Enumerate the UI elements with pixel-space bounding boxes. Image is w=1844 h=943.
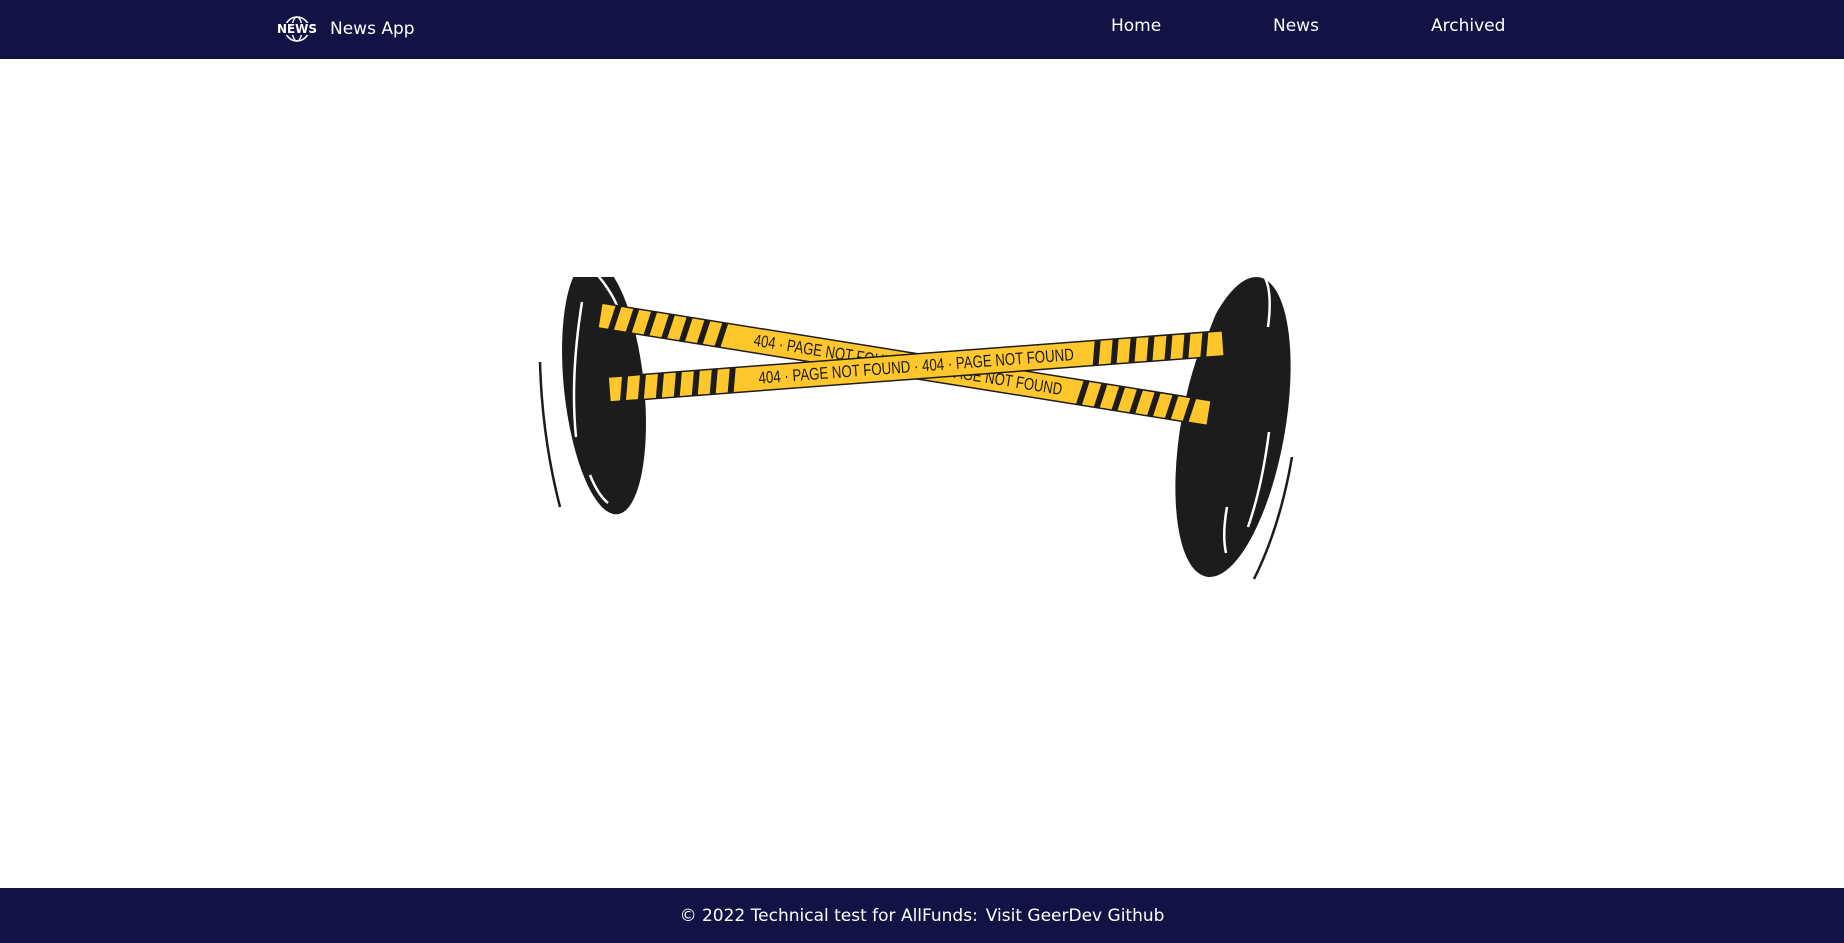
- right-post: [1175, 277, 1294, 580]
- main-nav: Home News Archived: [0, 0, 1844, 59]
- nav-archived-link[interactable]: Archived: [1431, 16, 1505, 36]
- top-navbar: NEWS News App Home News Archived: [0, 0, 1844, 59]
- footer-copyright: © 2022 Technical test for AllFunds:: [679, 905, 978, 926]
- footer: © 2022 Technical test for AllFunds: Visi…: [0, 888, 1844, 943]
- nav-home-link[interactable]: Home: [1111, 16, 1161, 36]
- page-not-found-illustration: 404 · PAGE NOT FOUND · 404 · PAGE NOT FO…: [538, 277, 1294, 580]
- github-link[interactable]: Visit GeerDev Github: [986, 906, 1165, 926]
- main-content: 404 · PAGE NOT FOUND · 404 · PAGE NOT FO…: [0, 59, 1844, 888]
- nav-news-link[interactable]: News: [1273, 16, 1319, 36]
